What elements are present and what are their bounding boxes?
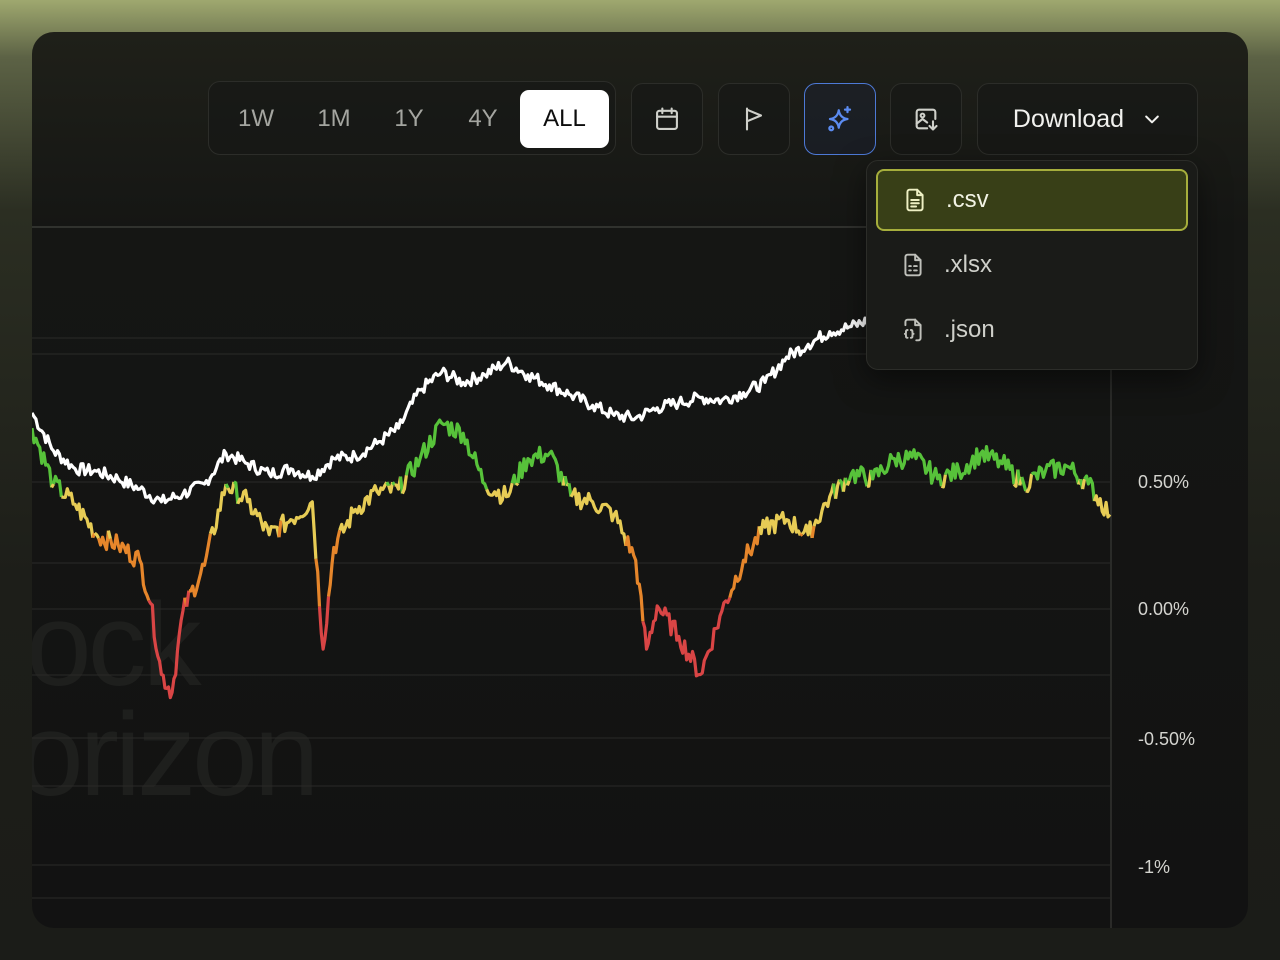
performance-series-segment <box>869 448 943 487</box>
performance-series-segment <box>810 525 816 539</box>
performance-series-segment <box>845 480 851 487</box>
file-text-icon <box>902 186 930 214</box>
performance-series-segment <box>757 510 802 537</box>
file-spreadsheet-icon <box>900 251 928 279</box>
performance-series-segment <box>61 487 95 538</box>
range-1m[interactable]: 1M <box>300 90 368 148</box>
chart-panel: ock orizon 0.50% 0.00% -0.50% -1% 1W 1M 1Y … <box>32 32 1248 928</box>
benchmark-series-line <box>32 295 918 505</box>
range-4y[interactable]: 4Y <box>450 90 516 148</box>
download-label: Download <box>1012 104 1125 133</box>
ai-insights-button[interactable] <box>804 83 876 155</box>
performance-series-segment <box>404 418 489 490</box>
performance-series-segment <box>106 530 112 540</box>
range-1w[interactable]: 1W <box>223 90 289 148</box>
performance-series-segment <box>185 590 191 607</box>
range-all[interactable]: ALL <box>520 90 609 148</box>
performance-series-segment <box>847 465 869 487</box>
range-1y[interactable]: 1Y <box>376 90 442 148</box>
performance-series-segment <box>391 481 396 486</box>
menu-item-csv[interactable]: .csv <box>876 169 1188 231</box>
performance-series-segment <box>485 482 514 505</box>
performance-series-segment <box>1020 476 1028 492</box>
performance-series-segment <box>147 597 187 700</box>
performance-series-segment <box>943 445 1016 485</box>
performance-series-segment <box>812 483 836 527</box>
performance-series-segment <box>728 526 761 599</box>
performance-series-segment <box>1083 474 1096 502</box>
performance-series-segment <box>188 533 212 598</box>
performance-series-segment <box>233 480 240 504</box>
performance-series-segment <box>208 483 228 536</box>
download-format-menu: .csv .xlsx .json <box>866 160 1198 370</box>
performance-series-segment <box>799 532 804 537</box>
calendar-icon <box>656 107 678 130</box>
performance-series-segment <box>50 483 55 489</box>
performance-series-segment <box>514 481 520 487</box>
performance-series-segment <box>224 483 230 489</box>
y-tick-label: 0.50% <box>1138 472 1190 492</box>
performance-series-segment <box>569 487 628 547</box>
flag-button[interactable] <box>718 83 790 155</box>
performance-series-segment <box>385 481 391 487</box>
menu-item-csv-label: .csv <box>946 186 989 213</box>
flag-icon <box>745 107 763 131</box>
menu-item-json-label: .json <box>944 316 995 343</box>
performance-series-segment <box>338 481 389 534</box>
menu-item-xlsx[interactable]: .xlsx <box>876 234 1188 296</box>
performance-series-segment <box>97 530 110 552</box>
image-download-icon <box>915 108 938 131</box>
performance-series-segment <box>1092 494 1112 519</box>
performance-series-segment <box>236 488 281 538</box>
y-tick-label: 0.00% <box>1138 599 1190 619</box>
performance-series-segment <box>314 558 322 607</box>
performance-series-segment <box>52 474 63 498</box>
export-image-button[interactable] <box>890 83 962 155</box>
performance-series-segment <box>279 500 318 559</box>
file-json-icon <box>900 316 928 344</box>
sparkles-icon <box>828 106 852 132</box>
performance-series-segment <box>108 533 151 601</box>
chevron-down-icon <box>1142 109 1162 129</box>
performance-series-segment <box>93 531 100 539</box>
menu-item-json[interactable]: .json <box>876 299 1188 361</box>
performance-series-segment <box>801 520 814 539</box>
y-tick-label: -0.50% <box>1138 729 1196 749</box>
y-tick-label: -1% <box>1138 857 1171 877</box>
performance-series-segment <box>277 520 283 538</box>
performance-series-segment <box>516 445 565 486</box>
calendar-button[interactable] <box>631 83 703 155</box>
range-selector: 1W 1M 1Y 4Y ALL <box>208 81 616 155</box>
performance-series-segment <box>400 474 408 495</box>
performance-series-segment <box>1030 458 1081 485</box>
download-button[interactable]: Download <box>977 83 1198 155</box>
performance-series-segment <box>1081 478 1087 490</box>
menu-item-xlsx-label: .xlsx <box>944 251 992 278</box>
